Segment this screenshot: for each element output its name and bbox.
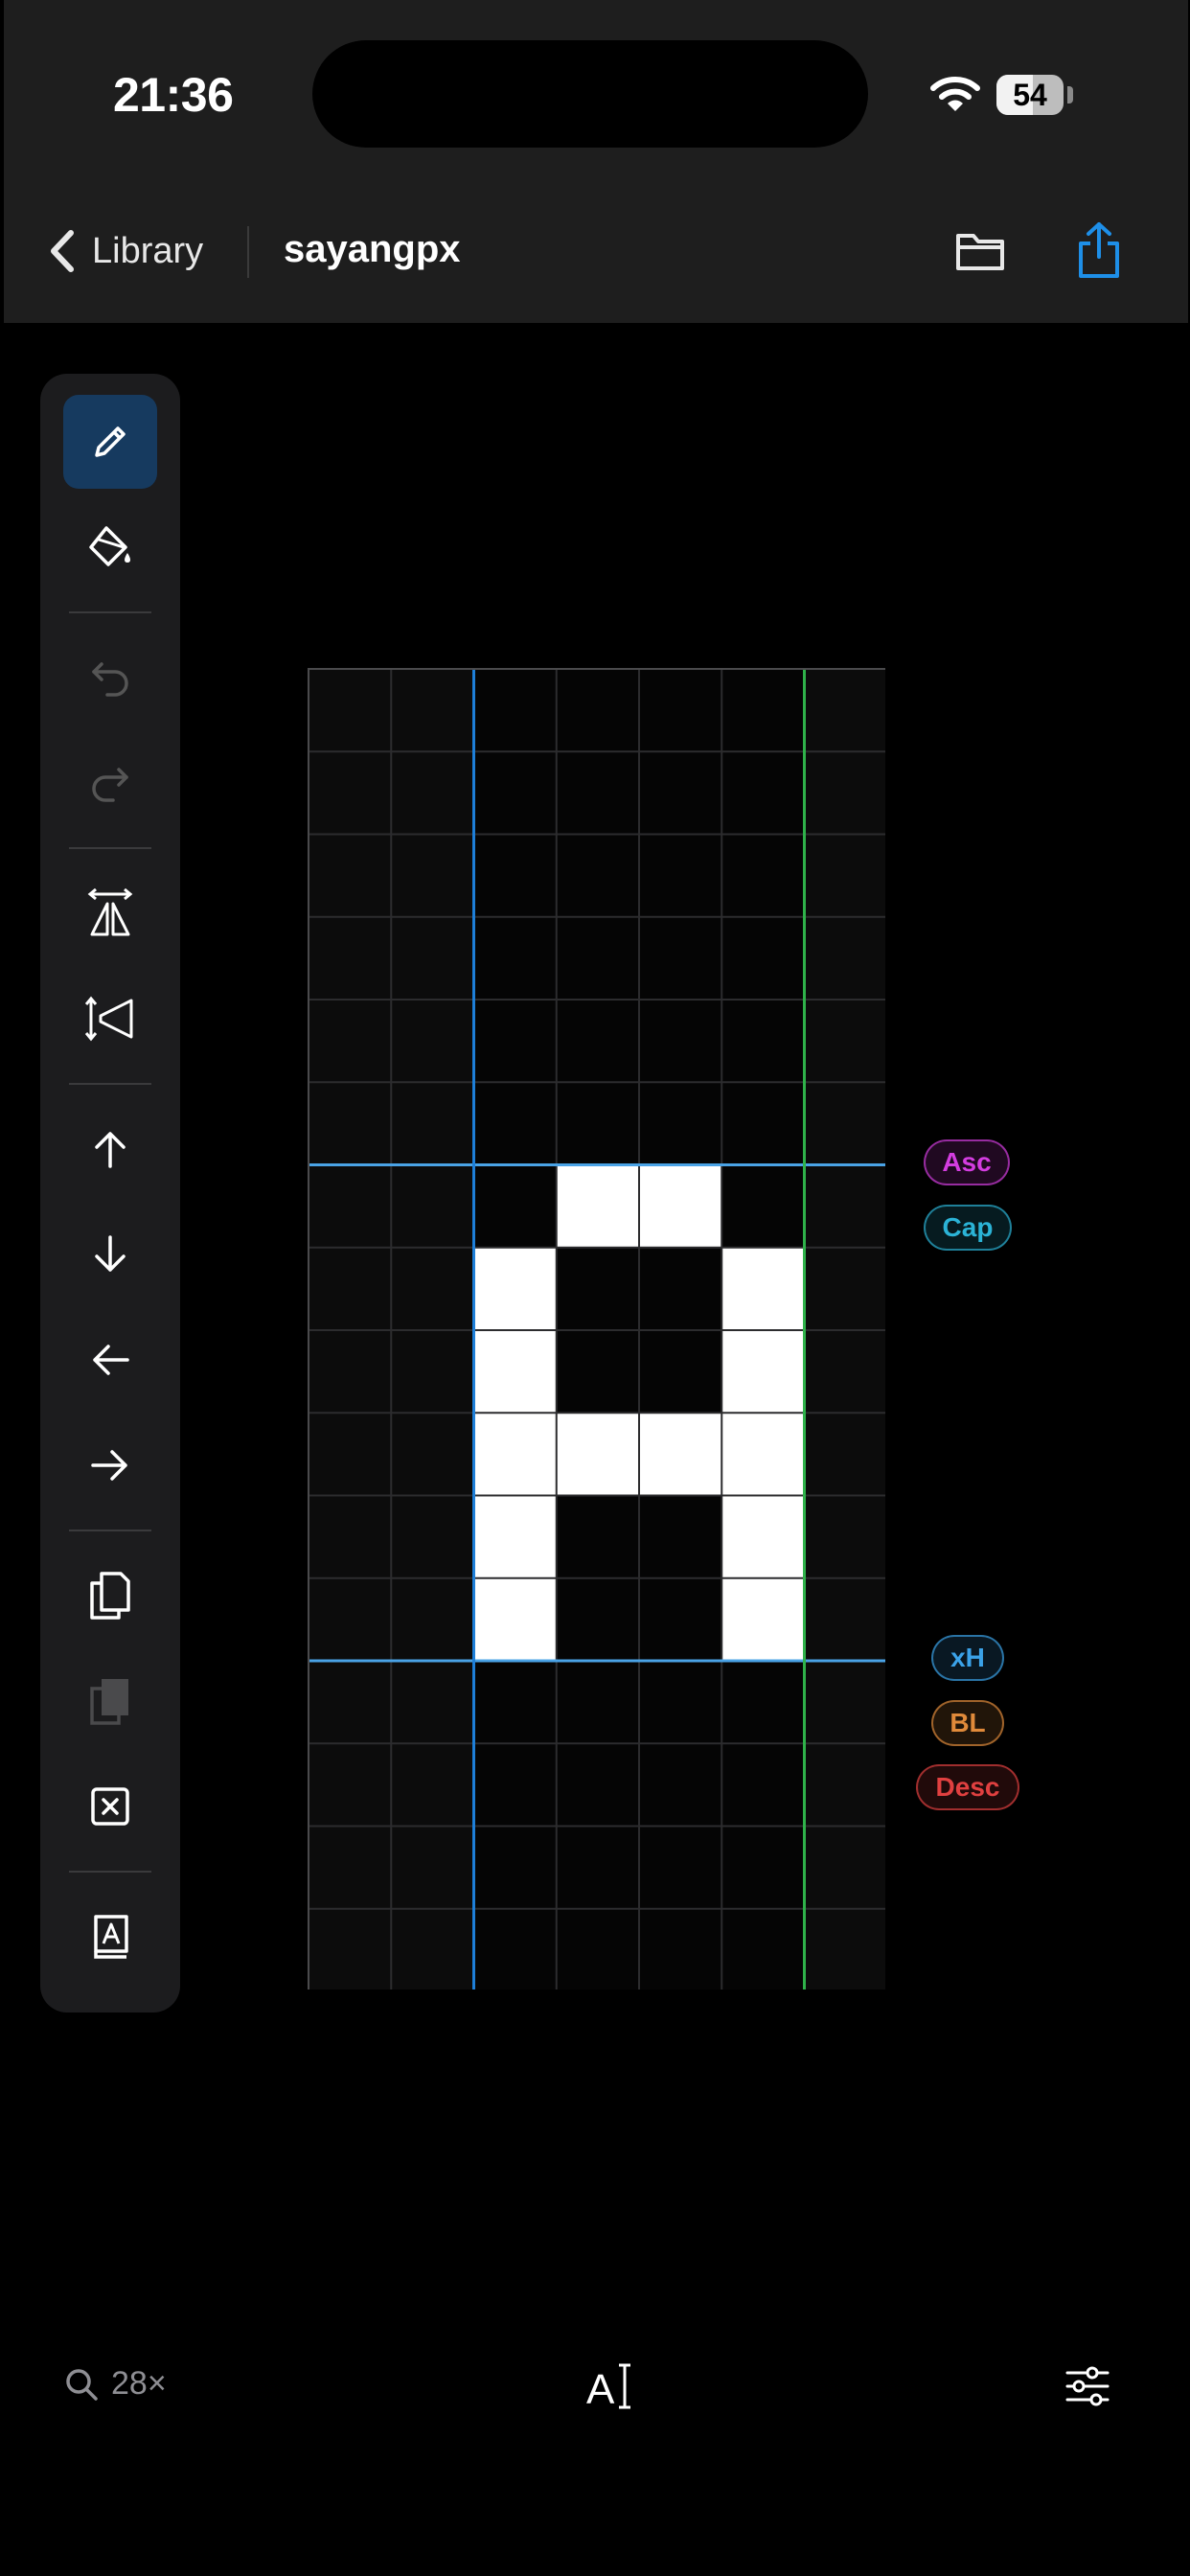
copy-icon [88,1570,132,1622]
dynamic-island [312,40,868,148]
arrow-down-icon [91,1233,129,1276]
document-title: sayangpx [284,228,461,270]
filled-pixel [556,1413,640,1496]
tool-separator [69,847,151,849]
filled-pixel [721,1247,805,1331]
tool-separator [69,1871,151,1873]
filled-pixel [556,1164,640,1249]
battery-tip [1067,86,1073,104]
fill-tool[interactable] [63,500,157,594]
share-icon [1075,220,1123,280]
flip-vertical-tool[interactable] [63,972,157,1066]
nav-divider [247,226,249,278]
filled-pixel [721,1495,805,1579]
sliders-icon [1064,2365,1111,2407]
flip-horizontal-icon [86,888,134,938]
folder-button[interactable] [954,224,1006,278]
battery-icon: 54 [996,75,1064,115]
arrow-right-icon [89,1446,131,1484]
clear-icon [90,1786,130,1827]
filled-pixel [473,1413,558,1496]
metric-badge-cap[interactable]: Cap [924,1205,1012,1251]
flip-horizontal-tool[interactable] [63,866,157,960]
folder-icon [954,224,1006,278]
move-left-tool[interactable] [63,1313,157,1407]
zoom-label: 28× [111,2365,167,2402]
settings-button[interactable] [1064,2365,1111,2407]
undo-tool[interactable] [63,631,157,724]
filled-pixel [721,1330,805,1414]
wifi-icon [929,75,981,113]
filled-pixel [473,1247,558,1331]
zoom-control[interactable]: 28× [63,2365,167,2403]
font-button-label: A [586,2366,615,2413]
clear-tool[interactable] [63,1760,157,1853]
metric-badge-desc[interactable]: Desc [916,1764,1019,1810]
filled-pixel [639,1413,722,1496]
pencil-tool[interactable] [63,395,157,489]
filled-pixel [721,1577,805,1662]
arrow-left-icon [89,1341,131,1379]
magnifier-icon [63,2366,100,2403]
tool-panel [40,374,180,2012]
tool-separator [69,1083,151,1085]
chevron-left-icon [50,229,75,273]
filled-pixel [473,1495,558,1579]
redo-tool[interactable] [63,736,157,830]
share-button[interactable] [1075,220,1123,280]
tool-separator [69,1530,151,1531]
filled-pixel [473,1577,558,1662]
paint-bucket-icon [85,522,135,572]
glyph-grid[interactable] [307,667,885,1990]
paste-tool[interactable] [63,1654,157,1748]
move-up-tool[interactable] [63,1102,157,1196]
copy-tool[interactable] [63,1549,157,1643]
pencil-icon [89,421,131,463]
status-time: 21:36 [113,68,234,122]
paste-icon [88,1675,132,1727]
metric-badge-xh[interactable]: xH [931,1635,1004,1681]
undo-icon [88,658,132,697]
metric-badge-asc[interactable]: Asc [924,1139,1010,1185]
battery-level: 54 [1013,78,1047,112]
filled-pixel [639,1164,722,1249]
back-button[interactable]: Library [50,222,203,280]
redo-icon [88,764,132,802]
glyph-book-tool[interactable] [63,1890,157,1984]
filled-pixel [473,1330,558,1414]
font-button[interactable]: A [584,2359,632,2413]
back-label: Library [92,230,204,271]
glyph-grid-canvas[interactable] [307,667,885,1990]
glyph-book-icon [90,1913,130,1961]
metric-badge-bl[interactable]: BL [931,1700,1004,1746]
flip-vertical-icon [85,995,135,1043]
tool-separator [69,611,151,613]
filled-pixel [721,1413,805,1496]
move-right-tool[interactable] [63,1418,157,1512]
text-cursor-icon: A [586,2363,630,2413]
move-down-tool[interactable] [63,1208,157,1301]
arrow-up-icon [91,1128,129,1170]
